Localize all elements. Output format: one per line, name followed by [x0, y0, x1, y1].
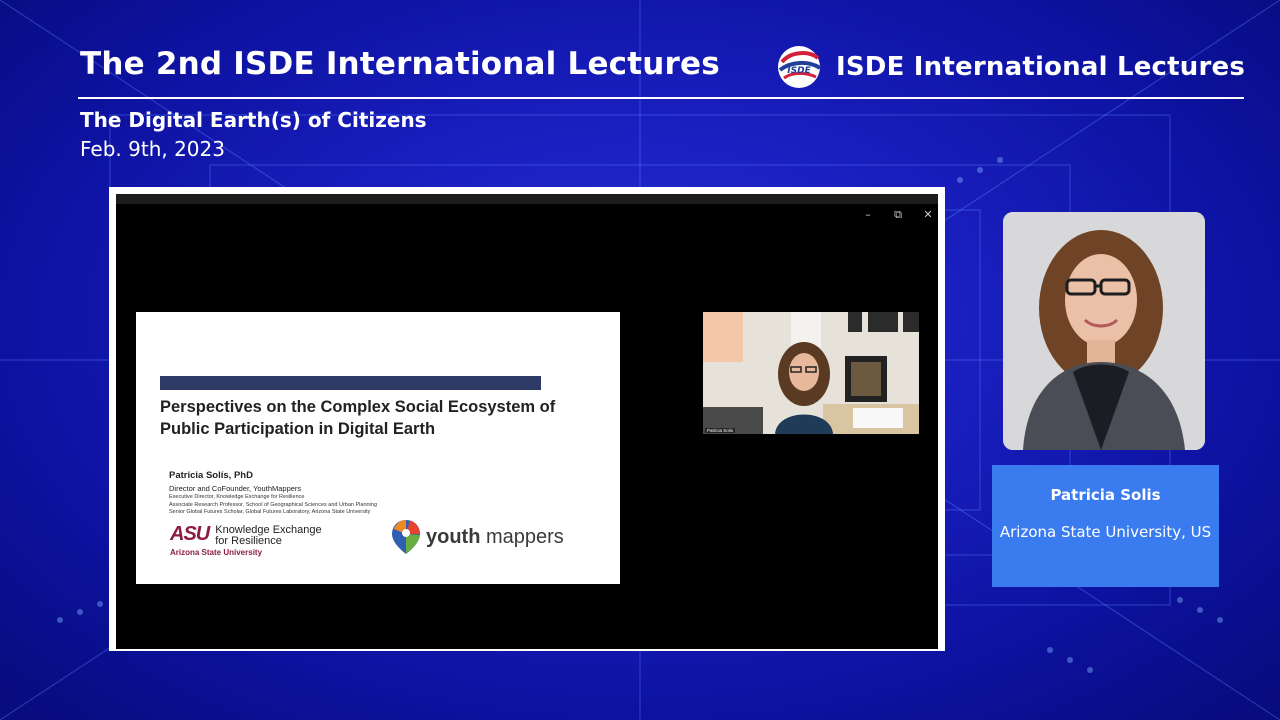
lecture-subtitle: The Digital Earth(s) of Citizens	[80, 108, 427, 132]
speaker-affiliation: Arizona State University, US	[999, 523, 1212, 541]
slide-accent-bar	[160, 376, 541, 390]
asu-mark: ASU	[170, 523, 210, 545]
speaker-portrait	[1003, 212, 1205, 450]
isde-brand: ISDE ISDE International Lectures	[776, 42, 1245, 92]
slide-role-main: Director and CoFounder, YouthMappers	[169, 484, 302, 493]
asu-ker-text: Knowledge Exchange for Resilience	[215, 524, 321, 547]
map-pin-icon	[392, 520, 420, 554]
slide-title: Perspectives on the Complex Social Ecosy…	[160, 398, 556, 438]
header-divider	[78, 97, 1244, 99]
isde-logo-icon: ISDE	[778, 46, 822, 88]
presentation-slide: Perspectives on the Complex Social Ecosy…	[136, 312, 620, 584]
lecture-date: Feb. 9th, 2023	[80, 137, 225, 161]
asu-ker-logo: ASU Knowledge Exchange for Resilience	[170, 524, 322, 547]
youthmappers-text: youth mappers	[426, 525, 564, 548]
isde-logo-text: ISDE	[787, 66, 811, 76]
slide-roles: Executive Director, Knowledge Exchange f…	[169, 494, 377, 517]
slide-role: Executive Director, Knowledge Exchange f…	[169, 494, 305, 500]
slide-author: Patricia Solís, PhD	[169, 470, 253, 481]
minimize-icon[interactable]: –	[862, 208, 874, 222]
asu-name: Arizona State University	[170, 548, 263, 557]
speaker-name: Patricia Solis	[1050, 486, 1161, 504]
speaker-webcam-feed: Patricia Solis	[703, 312, 919, 434]
restore-icon[interactable]: ⧉	[892, 208, 904, 222]
speaker-name-card: Patricia Solis Arizona State University,…	[992, 465, 1219, 587]
asu-ker-line2: for Resilience	[215, 535, 282, 547]
slide-role: Associate Research Professor, School of …	[169, 501, 377, 508]
window-titlebar	[116, 194, 938, 204]
webcam-scene	[703, 312, 919, 434]
window-controls: – ⧉ ✕	[862, 208, 934, 222]
webcam-name-label: Patricia Solis	[705, 428, 736, 433]
lecture-series-title: The 2nd ISDE International Lectures	[80, 46, 720, 82]
close-icon[interactable]: ✕	[922, 208, 934, 222]
slide-role: Senior Global Futures Scholar, Global Fu…	[169, 509, 371, 515]
youthmappers-logo: youth mappers	[390, 518, 564, 556]
speaker-photo	[1003, 212, 1205, 450]
video-viewport: – ⧉ ✕ Perspectives on the Complex Social…	[116, 194, 938, 649]
video-window: – ⧉ ✕ Perspectives on the Complex Social…	[109, 187, 945, 651]
brand-text: ISDE International Lectures	[836, 52, 1246, 82]
